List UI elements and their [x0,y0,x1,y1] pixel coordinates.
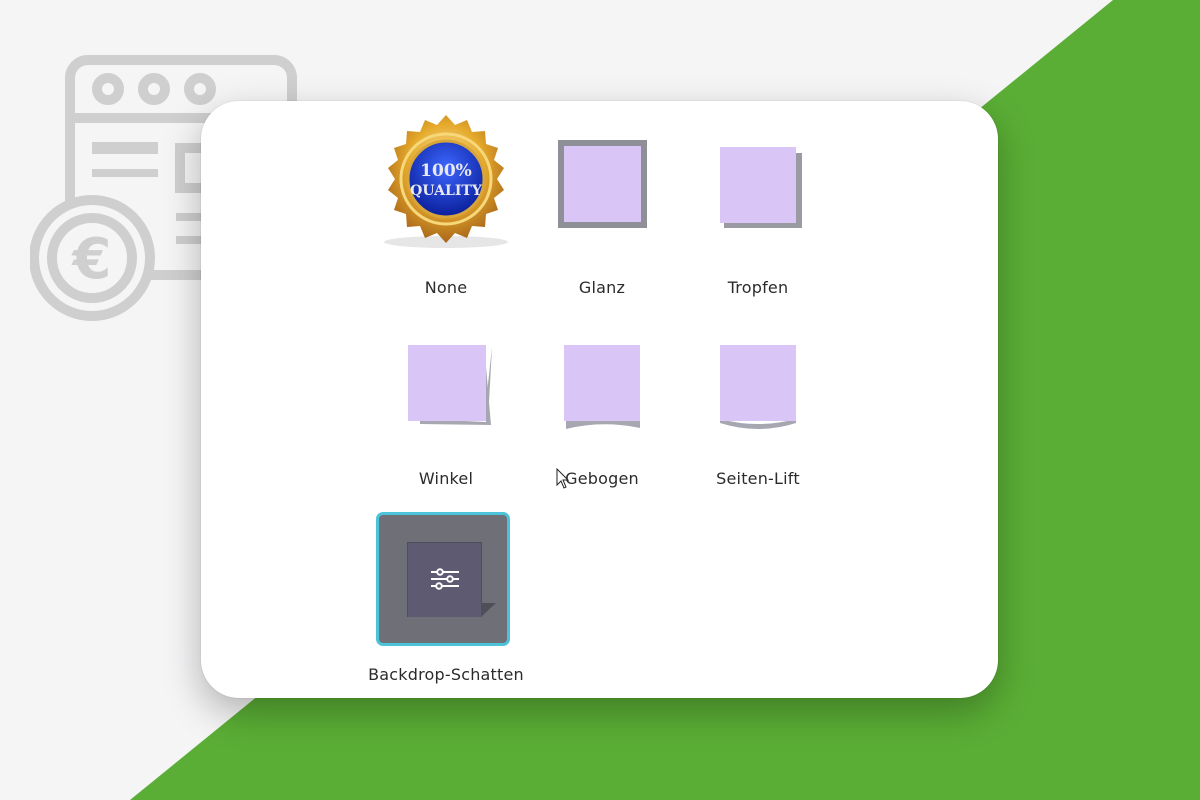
gebogen-shadow-icon [564,345,640,429]
selected-thumbnail [376,512,510,646]
badge-line-1: 100% [420,161,472,181]
effect-label: Seiten-Lift [716,469,800,488]
tropfen-shadow-icon [720,147,802,228]
winkel-shadow-icon [408,345,492,425]
effect-option-seiten-lift[interactable]: Seiten-Lift [680,307,836,488]
shadow-effects-panel: 100% QUALITY None Glanz Tropfen Winkel G… [201,101,998,698]
effect-label: Tropfen [727,278,789,297]
effect-option-backdrop-schatten[interactable]: Backdrop-Schatten [368,512,532,692]
seiten-lift-shadow-icon [720,345,796,429]
glanz-shadow-icon [558,140,647,228]
mouse-cursor-icon [556,468,570,489]
effect-option-tropfen[interactable]: Tropfen [680,109,836,297]
quality-badge-icon: 100% QUALITY [384,115,508,248]
effect-option-none[interactable]: 100% QUALITY None [368,109,524,297]
sliders-icon[interactable] [379,515,507,643]
effect-option-winkel[interactable]: Winkel [368,307,524,488]
effect-label: Backdrop-Schatten [368,665,524,684]
badge-line-2: QUALITY [410,183,483,199]
effect-option-glanz[interactable]: Glanz [524,109,680,297]
euro-symbol: € [71,227,112,292]
effect-option-gebogen[interactable]: Gebogen [524,307,680,488]
